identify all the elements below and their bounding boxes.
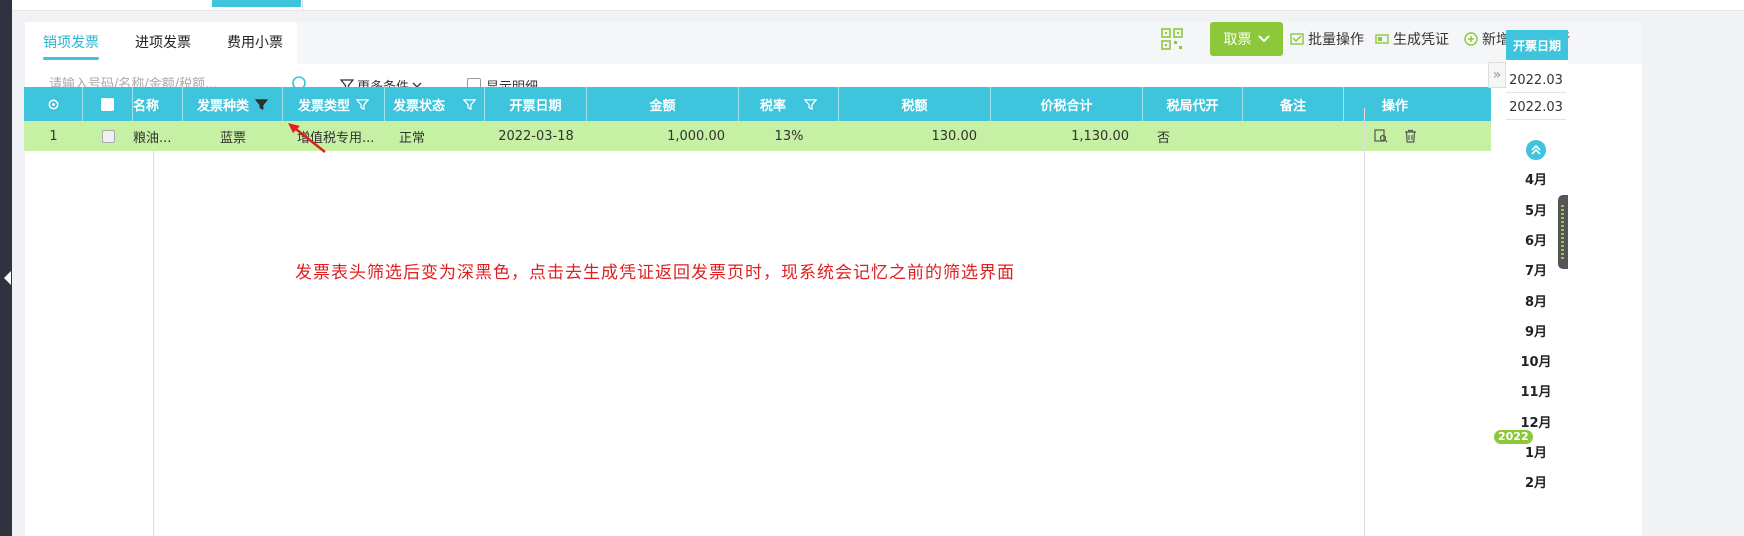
row-invoice-status: 正常 [399,130,426,146]
month-item[interactable]: 10月 [1506,351,1566,370]
row-agent-issued: 否 [1157,130,1171,146]
header-name-label: 名称 [133,98,160,114]
header-tax[interactable]: 税额 [839,87,991,121]
chevron-up-icon [1531,144,1541,155]
row-tax-rate: 13% [774,128,804,144]
row-invoice-kind: 蓝票 [219,130,246,146]
voucher-label: 生成凭证 [1393,32,1449,48]
header-invoice-status-label: 发票状态 [392,98,445,114]
side-scroll-handle[interactable] [1558,195,1568,269]
tab-divider [302,0,303,10]
select-all-checkbox[interactable] [101,97,114,111]
header-invoice-type-label: 发票类型 [297,98,350,114]
get-invoice-button[interactable]: 取票 [1210,22,1283,56]
row-amount: 1,000.00 [667,128,725,144]
row-remark [1243,121,1344,151]
batch-label: 批量操作 [1308,32,1364,48]
batch-icon [1290,33,1304,45]
table-header: 名称 发票种类 发票类型 发票状态 开票日期 金额 税率 税额 价税合计 税局代… [24,87,1491,121]
header-remark[interactable]: 备注 [1243,87,1344,121]
column-settings-button[interactable] [24,87,83,121]
frozen-column-divider [153,141,154,536]
filter-icon[interactable] [804,98,817,111]
month-item[interactable]: 4月 [1506,169,1566,188]
filter-icon[interactable] [356,98,369,111]
header-invoice-status[interactable]: 发票状态 [385,87,485,121]
handle-grip [1561,205,1564,259]
generate-voucher-button[interactable]: 生成凭证 [1375,28,1449,50]
row-total: 1,130.00 [1071,128,1129,144]
header-tax-rate[interactable]: 税率 [739,87,839,121]
header-action-label: 操作 [1381,98,1408,114]
header-action: 操作 [1344,87,1446,121]
row-index: 1 [49,128,58,144]
header-remark-label: 备注 [1279,98,1306,114]
header-total[interactable]: 价税合计 [991,87,1143,121]
select-all-checkbox-cell[interactable] [83,87,133,121]
voucher-icon [1375,34,1389,44]
annotation-arrow-icon [288,123,326,153]
table-row[interactable]: 1 粮油... 蓝票 增值税专用... 正常 2022-03-18 1,000.… [24,121,1491,151]
header-amount[interactable]: 金额 [587,87,739,121]
header-invoice-kind[interactable]: 发票种类 [183,87,283,121]
header-tax-rate-label: 税率 [759,98,786,114]
sidebar-toggle-icon[interactable] [4,271,11,285]
scroll-up-button[interactable] [1526,140,1546,160]
date-chip[interactable]: 2022.03 [1506,70,1566,93]
header-tax-label: 税额 [901,98,928,114]
tab-expense-receipt[interactable]: 费用小票 [209,22,301,64]
month-item[interactable]: 11月 [1506,381,1566,400]
month-item[interactable]: 6月 [1506,230,1566,249]
row-name: 粮油... [133,130,172,146]
date-panel-title: 开票日期 [1506,30,1568,60]
month-item[interactable]: 8月 [1506,291,1566,310]
month-item[interactable]: 1月 [1506,442,1566,461]
qr-code-icon[interactable] [1161,28,1183,50]
filter-active-icon[interactable] [255,98,268,111]
chevron-down-icon [1257,35,1270,43]
annotation-text: 发票表头筛选后变为深黑色，点击去生成凭证返回发票页时，现系统会记忆之前的筛选界面 [295,263,1015,283]
row-checkbox-cell[interactable] [83,121,133,151]
header-total-label: 价税合计 [1040,98,1093,114]
month-item[interactable]: 9月 [1506,321,1566,340]
header-date-label: 开票日期 [509,98,562,114]
left-sidebar-strip [0,0,12,536]
row-tax: 130.00 [931,128,978,144]
add-button[interactable]: 新增 [1464,28,1510,50]
view-detail-icon[interactable] [1373,129,1388,143]
gear-icon [48,99,58,109]
tab-sales-invoice[interactable]: 销项发票 [25,22,117,64]
row-invoice-date: 2022-03-18 [498,128,574,144]
month-item[interactable]: 2月 [1506,472,1566,491]
date-chip[interactable]: 2022.03 [1506,97,1566,120]
top-tab-bar [12,0,1744,11]
invoice-tabs: 销项发票 进项发票 费用小票 [25,22,301,64]
filter-icon[interactable] [463,98,476,111]
header-agent-issued[interactable]: 税局代开 [1143,87,1243,121]
row-checkbox[interactable] [101,129,115,143]
month-item[interactable]: 5月 [1506,200,1566,219]
date-panel: 开票日期 2022.03 2022.03 4月 5月 6月 7月 8月 9月 1… [1494,30,1568,536]
frozen-action-divider [1364,108,1365,536]
tab-purchase-invoice[interactable]: 进项发票 [117,22,209,64]
plus-circle-icon [1464,32,1478,46]
month-item[interactable]: 12月 [1506,412,1566,431]
collapse-panel-button[interactable]: » [1488,62,1506,88]
header-amount-label: 金额 [649,98,676,114]
header-invoice-kind-label: 发票种类 [196,98,249,114]
header-invoice-date[interactable]: 开票日期 [485,87,587,121]
month-item[interactable]: 7月 [1506,260,1566,279]
active-page-tab[interactable] [212,0,301,7]
row-actions [1344,121,1446,151]
header-agent-label: 税局代开 [1166,98,1219,114]
batch-operation-button[interactable]: 批量操作 [1290,28,1364,50]
invoice-table: 名称 发票种类 发票类型 发票状态 开票日期 金额 税率 税额 价税合计 税局代… [24,87,1491,151]
double-chevron-right-icon: » [1492,67,1502,83]
trash-icon[interactable] [1404,129,1417,143]
get-invoice-label: 取票 [1223,32,1252,48]
header-name[interactable]: 名称 [133,87,183,121]
